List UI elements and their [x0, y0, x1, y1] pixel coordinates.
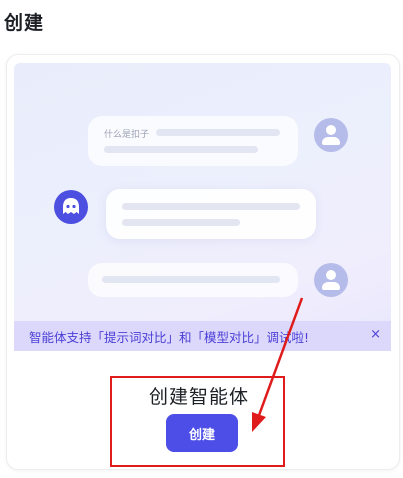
chat-bubble-user-question: 什么是扣子	[88, 116, 298, 166]
skeleton-line	[102, 276, 280, 283]
skeleton-line	[156, 129, 280, 136]
create-button[interactable]: 创建	[166, 414, 238, 452]
chat-bubble-bot-reply	[106, 189, 316, 239]
user-avatar-icon	[314, 118, 348, 152]
chat-bubble-user-followup	[88, 263, 298, 297]
feature-announcement-banner: 智能体支持「提示词对比」和「模型对比」调试啦! ×	[14, 321, 391, 351]
question-text: 什么是扣子	[104, 130, 150, 140]
chat-preview-illustration: 什么是扣子	[14, 63, 391, 351]
banner-text: 智能体支持「提示词对比」和「模型对比」调试啦!	[29, 329, 310, 345]
close-icon[interactable]: ×	[370, 327, 381, 342]
page-title: 创建	[4, 12, 45, 34]
skeleton-line	[122, 219, 240, 226]
skeleton-line	[104, 146, 258, 153]
bot-avatar-icon	[54, 190, 88, 224]
skeleton-line	[122, 203, 300, 210]
user-avatar-icon	[314, 263, 348, 297]
create-agent-heading: 创建智能体	[148, 386, 249, 408]
